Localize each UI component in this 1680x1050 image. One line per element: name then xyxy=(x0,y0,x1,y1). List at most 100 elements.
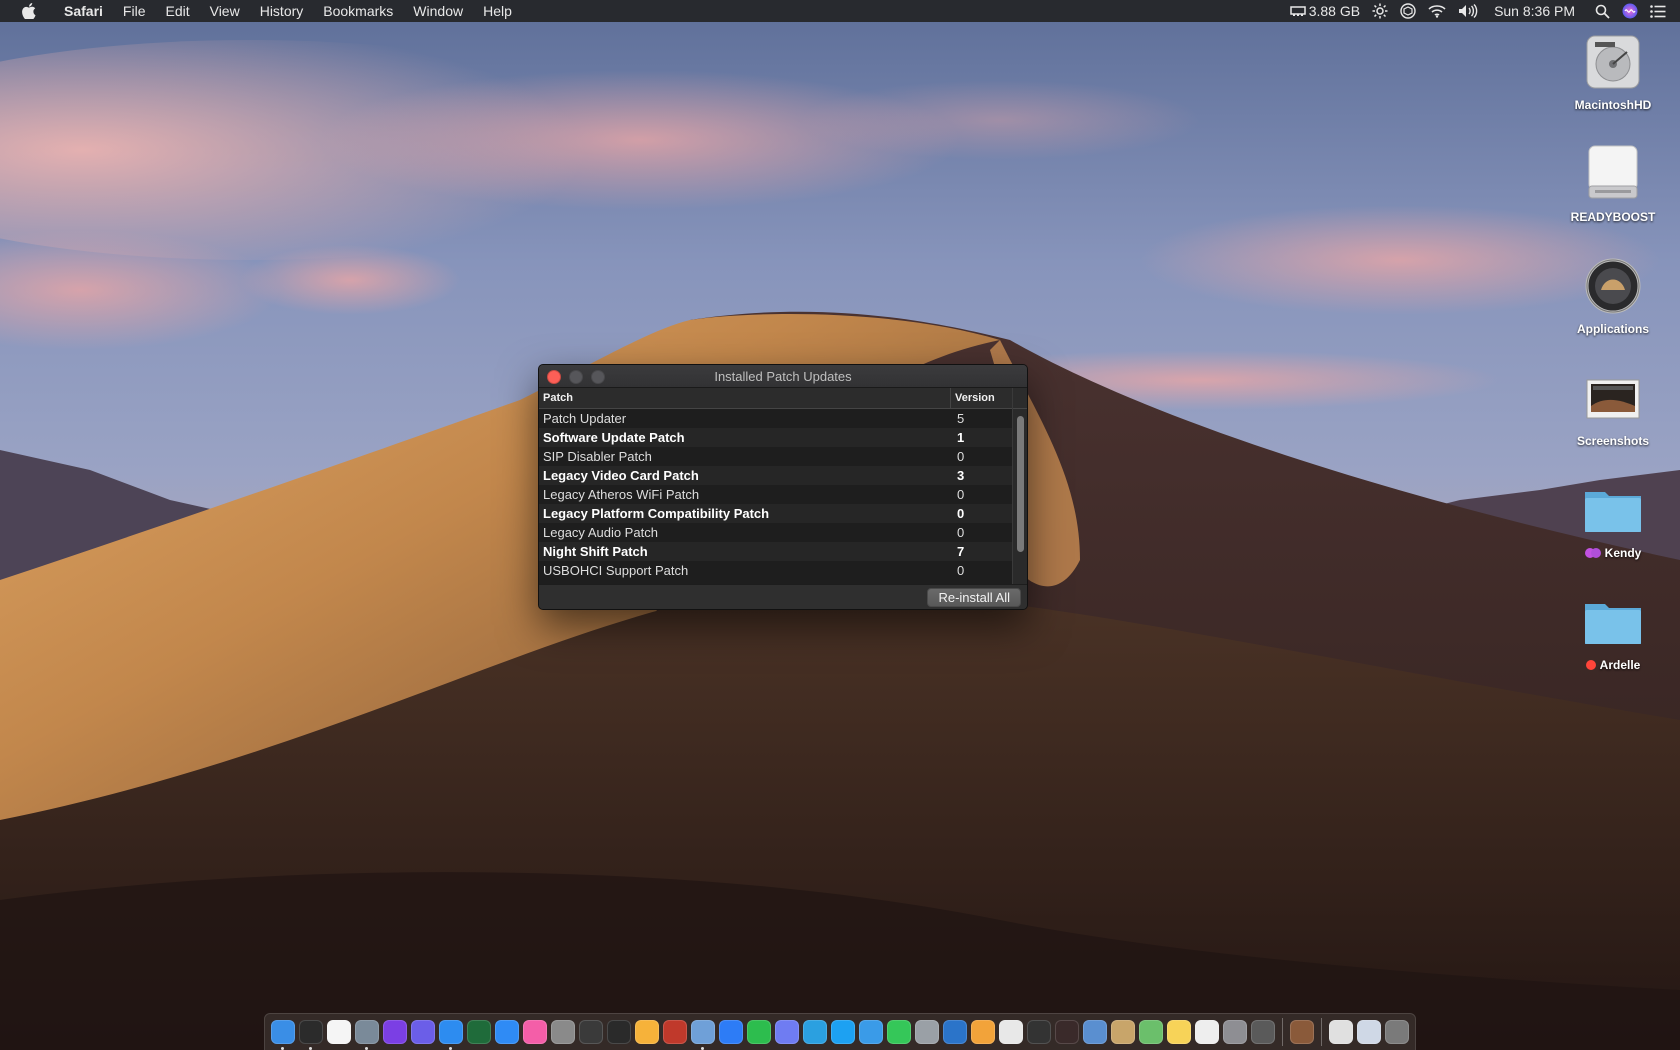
whatsapp-icon[interactable] xyxy=(747,1020,771,1044)
documents-icon[interactable] xyxy=(1357,1020,1381,1044)
menu-bar: Safari File Edit View History Bookmarks … xyxy=(0,0,1680,22)
window-titlebar[interactable]: Installed Patch Updates xyxy=(539,365,1027,388)
activity-icon[interactable] xyxy=(579,1020,603,1044)
desktop-icon-label: Kendy xyxy=(1604,546,1642,560)
notes-icon[interactable] xyxy=(1167,1020,1191,1044)
desktop-icon-applications[interactable]: Applications xyxy=(1558,254,1668,336)
vpn-icon[interactable] xyxy=(1394,0,1422,22)
disk-icon[interactable] xyxy=(915,1020,939,1044)
downloads-icon[interactable] xyxy=(1329,1020,1353,1044)
siri-icon[interactable] xyxy=(1616,0,1644,22)
table-row[interactable]: Legacy Platform Compatibility Patch 0 xyxy=(539,504,1012,523)
clock-text: Sun 8:36 PM xyxy=(1494,3,1575,19)
messages-icon[interactable] xyxy=(859,1020,883,1044)
patch-version: 7 xyxy=(957,544,965,559)
patch-name: USBOHCI Support Patch xyxy=(543,563,689,578)
table-row[interactable]: Legacy Video Card Patch 3 xyxy=(539,466,1012,485)
menu-edit[interactable]: Edit xyxy=(155,0,199,22)
desktop-icon-screenshots[interactable]: Screenshots xyxy=(1558,366,1668,448)
applications-folder-icon xyxy=(1581,254,1645,318)
notification-center-icon[interactable] xyxy=(1644,0,1680,22)
telegram-icon[interactable] xyxy=(803,1020,827,1044)
menu-window[interactable]: Window xyxy=(403,0,473,22)
contacts-icon[interactable] xyxy=(1111,1020,1135,1044)
desktop-icon-kendy[interactable]: Kendy xyxy=(1558,478,1668,560)
launchpad-icon[interactable] xyxy=(411,1020,435,1044)
menu-view[interactable]: View xyxy=(200,0,250,22)
home-icon[interactable] xyxy=(971,1020,995,1044)
disk-utility-icon[interactable] xyxy=(1251,1020,1275,1044)
maps-icon[interactable] xyxy=(1139,1020,1163,1044)
photo-booth-icon[interactable] xyxy=(663,1020,687,1044)
table-row[interactable]: Software Update Patch 1 xyxy=(539,428,1012,447)
siri-icon[interactable] xyxy=(383,1020,407,1044)
menu-history[interactable]: History xyxy=(250,0,314,22)
cleaner-icon[interactable] xyxy=(355,1020,379,1050)
menu-bookmarks[interactable]: Bookmarks xyxy=(313,0,403,22)
edge-icon[interactable] xyxy=(943,1020,967,1044)
table-row[interactable]: Legacy Atheros WiFi Patch 0 xyxy=(539,485,1012,504)
menu-file[interactable]: File xyxy=(113,0,156,22)
trash-icon[interactable] xyxy=(1385,1020,1409,1044)
desktop-icon-readyboost[interactable]: READYBOOST xyxy=(1558,142,1668,224)
monitor-icon[interactable] xyxy=(1027,1020,1051,1044)
patch-version: 5 xyxy=(957,411,965,426)
photos-icon[interactable] xyxy=(635,1020,659,1044)
patch-name: Software Update Patch xyxy=(543,430,685,445)
table-row[interactable]: Legacy Audio Patch 0 xyxy=(539,523,1012,542)
itunes-icon[interactable] xyxy=(523,1020,547,1044)
zoom-button[interactable] xyxy=(591,370,605,384)
clock-icon[interactable] xyxy=(299,1020,323,1050)
folder-icon xyxy=(1581,478,1645,542)
table-row[interactable]: Patch Updater 5 xyxy=(539,409,1012,428)
twitter-icon[interactable] xyxy=(831,1020,855,1044)
system-preferences-icon[interactable] xyxy=(1223,1020,1247,1044)
finder-icon[interactable] xyxy=(271,1020,295,1050)
dictionary-icon[interactable] xyxy=(1055,1020,1079,1044)
rocket-icon[interactable] xyxy=(551,1020,575,1044)
messenger-icon[interactable] xyxy=(719,1020,743,1044)
column-header-patch[interactable]: Patch xyxy=(539,388,951,408)
column-header-version[interactable]: Version xyxy=(951,388,1012,408)
wifi-icon[interactable] xyxy=(1422,0,1452,22)
table-scrollbar[interactable] xyxy=(1012,388,1027,584)
desktop-icon-ardelle[interactable]: Ardelle xyxy=(1558,590,1668,672)
table-row[interactable]: SIP Disabler Patch 0 xyxy=(539,447,1012,466)
patch-version: 0 xyxy=(957,563,965,578)
apple-menu-icon[interactable] xyxy=(18,0,40,22)
memory-status[interactable]: 3.88 GB xyxy=(1284,0,1366,22)
app-store-icon[interactable] xyxy=(495,1020,519,1044)
facetime-icon[interactable] xyxy=(887,1020,911,1044)
patch-version: 0 xyxy=(957,506,965,521)
preview-doc-icon[interactable] xyxy=(1083,1020,1107,1044)
menu-help[interactable]: Help xyxy=(473,0,522,22)
preview-icon[interactable] xyxy=(691,1020,715,1050)
textedit-icon[interactable] xyxy=(1195,1020,1219,1044)
close-button[interactable] xyxy=(547,370,561,384)
desktop-icon-macintoshhd[interactable]: MacintoshHD xyxy=(1558,30,1668,112)
mojave-icon[interactable] xyxy=(1290,1020,1314,1044)
spotlight-icon[interactable] xyxy=(1589,0,1616,22)
patch-version: 0 xyxy=(957,525,965,540)
table-row[interactable]: Night Shift Patch 7 xyxy=(539,542,1012,561)
volume-icon[interactable] xyxy=(1452,0,1484,22)
brightness-icon[interactable] xyxy=(1366,0,1394,22)
calendar-icon[interactable] xyxy=(327,1020,351,1044)
window-title: Installed Patch Updates xyxy=(714,368,852,384)
clock[interactable]: Sun 8:36 PM xyxy=(1484,0,1589,22)
scrollbar-thumb[interactable] xyxy=(1017,416,1024,552)
patch-version: 0 xyxy=(957,449,965,464)
patch-name: Legacy Video Card Patch xyxy=(543,468,699,483)
patch-name: Night Shift Patch xyxy=(543,544,648,559)
reinstall-all-button[interactable]: Re-install All xyxy=(927,588,1021,607)
menu-app-name[interactable]: Safari xyxy=(54,0,113,22)
patch-name: Legacy Platform Compatibility Patch xyxy=(543,506,770,521)
discord-icon[interactable] xyxy=(775,1020,799,1044)
stocks-icon[interactable] xyxy=(607,1020,631,1044)
news-icon[interactable] xyxy=(999,1020,1023,1044)
opera-icon[interactable] xyxy=(467,1020,491,1044)
table-row[interactable]: USBOHCI Support Patch 0 xyxy=(539,561,1012,580)
safari-icon[interactable] xyxy=(439,1020,463,1050)
external-drive-icon xyxy=(1581,142,1645,206)
minimize-button[interactable] xyxy=(569,370,583,384)
